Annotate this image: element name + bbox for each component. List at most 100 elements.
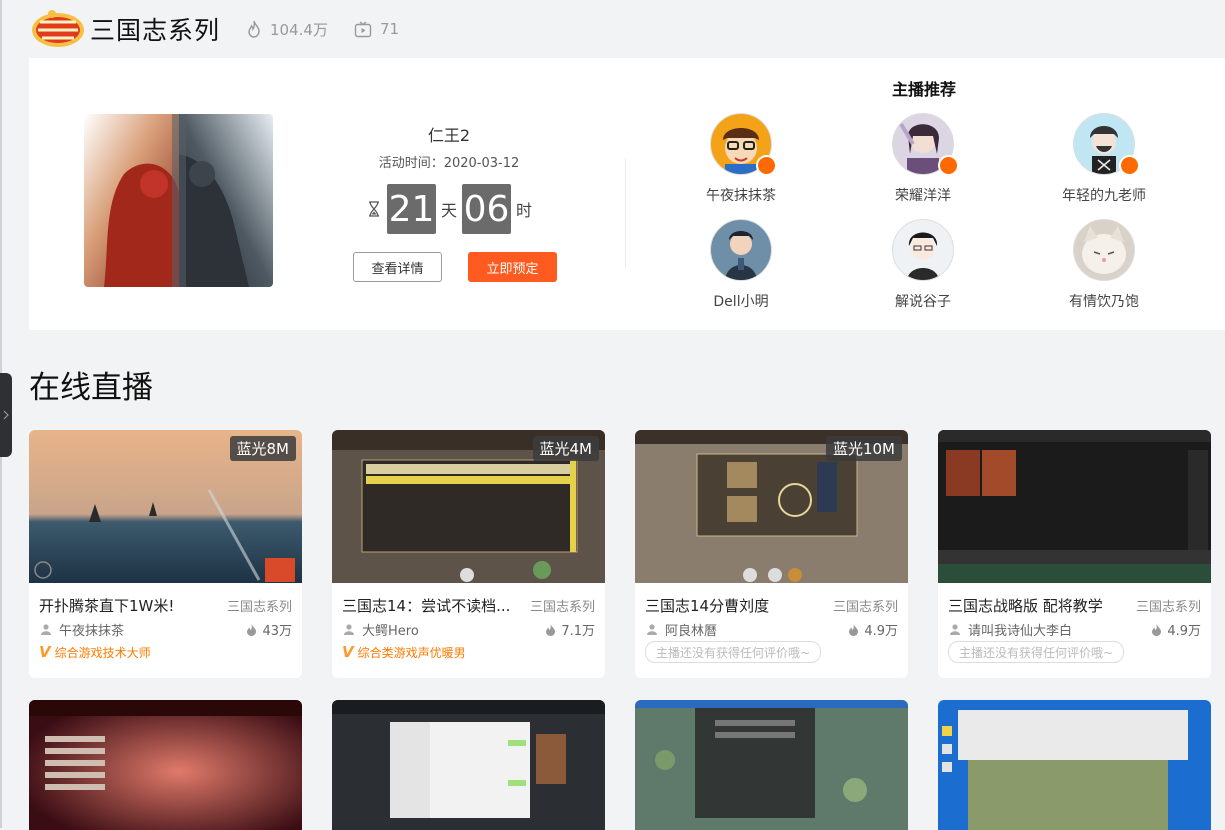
event-time: 活动时间：2020-03-12	[378, 156, 520, 171]
quality-badge: 蓝光10M	[825, 436, 902, 461]
event-cover-image[interactable]	[84, 114, 273, 287]
live-room-card[interactable]: 蓝光8M 开扑腾茶直下1W米! 三国志系列 午夜抹抹茶 43万 V 综合游戏技术…	[29, 430, 302, 678]
live-indicator-icon	[1119, 155, 1140, 176]
sidebar-toggle-handle[interactable]	[0, 373, 12, 457]
view-details-button[interactable]: 查看详情	[353, 252, 442, 282]
live-room-card[interactable]: 蓝光4M 三国志14：尝试不读档... 三国志系列 大鳄Hero 7.1万 V …	[332, 430, 605, 678]
dark-game-scene	[938, 430, 1211, 583]
room-streamer: 大鳄Hero	[344, 620, 419, 639]
live-room-card-thumbnail[interactable]	[332, 700, 605, 830]
tv-icon	[354, 20, 372, 37]
avatar-cartoon	[907, 232, 939, 280]
countdown-day-unit: 天	[441, 201, 458, 220]
fire-icon	[247, 623, 257, 636]
book-now-button[interactable]: 立即预定	[468, 252, 557, 282]
chevron-right-icon	[3, 410, 9, 420]
room-heat: 4.9万	[848, 620, 898, 639]
streamer-item[interactable]: 荣耀洋洋	[853, 113, 993, 205]
fire-icon	[849, 623, 859, 636]
streamer-name: 阿良林曆	[665, 624, 718, 639]
streamer-avatar	[1073, 219, 1135, 281]
event-banner-card: 仁王2 活动时间：2020-03-12 21 天 06 时 查看详情 立即预定 …	[29, 58, 1225, 330]
room-category[interactable]: 三国志系列	[530, 596, 595, 615]
quality-badge: 蓝光8M	[229, 436, 296, 461]
red-nebula-scene	[29, 700, 302, 830]
room-heat: 7.1万	[545, 620, 595, 639]
no-review-pill: 主播还没有获得任何评价哦~	[645, 641, 822, 663]
event-game-name: 仁王2	[427, 126, 471, 145]
live-room-card-thumbnail[interactable]	[938, 700, 1211, 830]
room-streamer: 午夜抹抹茶	[41, 620, 124, 639]
streamer-item[interactable]: 午夜抹抹茶	[671, 113, 811, 205]
room-category[interactable]: 三国志系列	[833, 596, 898, 615]
live-count-value: 71	[379, 20, 400, 38]
stream-thumbnail[interactable]: 蓝光10M	[635, 430, 908, 583]
streamer-item[interactable]: 解说谷子	[853, 219, 993, 311]
live-room-card-thumbnail[interactable]	[635, 700, 908, 830]
avatar-cat	[1082, 226, 1126, 274]
chat-window-scene	[332, 700, 605, 830]
room-title: 三国志战略版 配将教学	[948, 597, 1103, 615]
v-badge-icon: V	[342, 643, 354, 661]
stream-thumbnail[interactable]	[938, 430, 1211, 583]
strategy-map-scene	[635, 700, 908, 830]
live-indicator-icon	[756, 155, 777, 176]
streamer-name: 午夜抹抹茶	[59, 624, 125, 639]
streamer-name: 解说谷子	[895, 294, 951, 310]
streamer-item[interactable]: 有情饮乃饱	[1034, 219, 1174, 311]
user-icon	[344, 624, 354, 635]
room-streamer: 阿良林曆	[647, 620, 717, 639]
stream-thumbnail[interactable]: 蓝光4M	[332, 430, 605, 583]
stream-thumbnail[interactable]: 蓝光8M	[29, 430, 302, 583]
fire-icon	[546, 623, 556, 636]
streamer-name: 请叫我诗仙大李白	[968, 624, 1073, 639]
streamer-name: Dell小明	[713, 294, 769, 310]
recommend-title: 主播推荐	[891, 80, 956, 99]
user-icon	[41, 624, 51, 635]
heat-value: 43万	[262, 624, 292, 639]
room-heat: 43万	[246, 620, 292, 639]
room-title: 三国志14分曹刘度	[645, 597, 770, 615]
room-title: 开扑腾茶直下1W米!	[39, 597, 175, 615]
streamer-name: 荣耀洋洋	[895, 188, 951, 204]
streamer-name: 大鳄Hero	[362, 624, 419, 639]
category-logo	[30, 8, 86, 50]
live-indicator-icon	[938, 155, 959, 176]
divider	[625, 158, 626, 268]
category-live-count: 71	[354, 20, 399, 38]
streamer-tag: V 综合游戏技术大师	[39, 643, 151, 661]
live-room-card[interactable]: 三国志战略版 配将教学 三国志系列 请叫我诗仙大李白 4.9万 主播还没有获得任…	[938, 430, 1211, 678]
desktop-game-scene	[938, 700, 1211, 830]
category-heat: 104.4万	[246, 19, 328, 40]
user-icon	[950, 624, 960, 635]
fire-icon	[1152, 623, 1162, 636]
event-countdown: 21 天 06 时	[368, 184, 537, 234]
countdown-hours: 06	[462, 184, 512, 234]
game-cover-art	[84, 114, 273, 287]
avatar-cartoon	[725, 231, 757, 280]
streamer-name: 有情饮乃饱	[1069, 294, 1139, 310]
quality-badge: 蓝光4M	[532, 436, 599, 461]
room-streamer: 请叫我诗仙大李白	[950, 620, 1072, 639]
live-section-title: 在线直播	[29, 370, 153, 406]
tag-text: 综合类游戏声优暖男	[357, 645, 466, 660]
countdown-hour-unit: 时	[516, 201, 533, 220]
streamer-name: 午夜抹抹茶	[706, 188, 776, 204]
countdown-days: 21	[387, 184, 436, 234]
streamer-name: 年轻的九老师	[1062, 188, 1146, 204]
room-title: 三国志14：尝试不读档...	[342, 597, 511, 615]
room-category[interactable]: 三国志系列	[227, 596, 292, 615]
room-category[interactable]: 三国志系列	[1136, 596, 1201, 615]
user-icon	[647, 624, 657, 635]
streamer-avatar	[710, 219, 772, 281]
tag-text: 综合游戏技术大师	[54, 645, 151, 660]
heat-value: 7.1万	[561, 624, 595, 639]
live-room-card[interactable]: 蓝光10M 三国志14分曹刘度 三国志系列 阿良林曆 4.9万 主播还没有获得任…	[635, 430, 908, 678]
heat-value: 4.9万	[864, 624, 898, 639]
hourglass-icon	[369, 201, 379, 217]
no-review-pill: 主播还没有获得任何评价哦~	[948, 641, 1125, 663]
live-room-card-thumbnail[interactable]	[29, 700, 302, 830]
heat-value: 4.9万	[1167, 624, 1201, 639]
streamer-item[interactable]: 年轻的九老师	[1034, 113, 1174, 205]
streamer-item[interactable]: Dell小明	[671, 219, 811, 311]
